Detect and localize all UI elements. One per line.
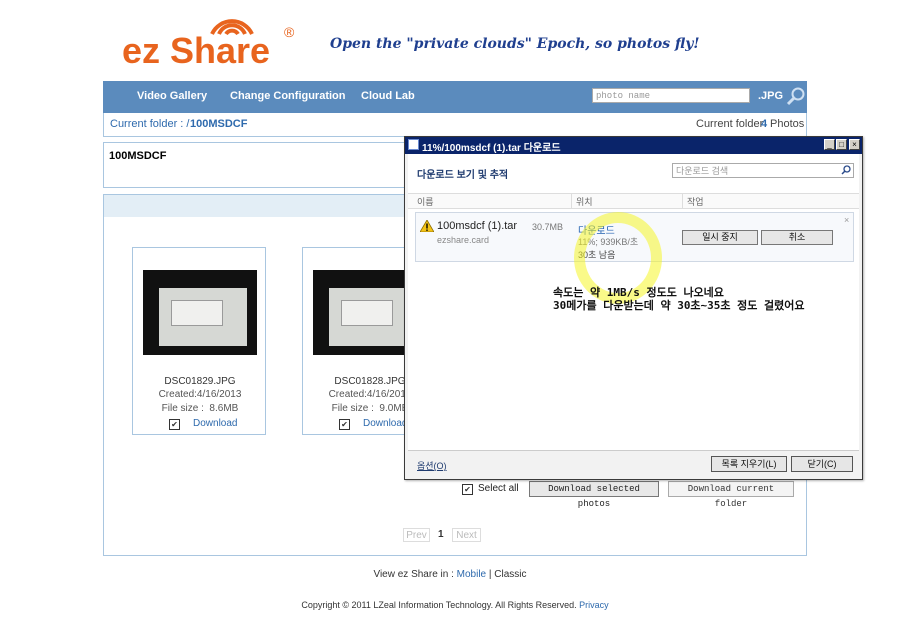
classic-label[interactable]: Classic (494, 569, 526, 580)
pause-button[interactable]: 일시 중지 (682, 230, 758, 245)
slogan: Open the "private clouds" Epoch, so phot… (330, 36, 700, 52)
breadcrumb-prefix: Current folder : / (110, 118, 190, 130)
pager-current-page[interactable]: 1 (438, 529, 444, 540)
column-location[interactable]: 위치 (576, 195, 593, 208)
registered-mark: ® (284, 24, 295, 40)
photo-size: File size : 8.6MB (161, 403, 239, 414)
pager-next-button[interactable]: Next (452, 528, 481, 542)
download-window-footer: 옵션(O) 목록 지우기(L) 닫기(C) (408, 450, 859, 478)
photo-created: Created:4/16/2013 (158, 389, 242, 400)
folder-count-prefix: Current folder (696, 118, 764, 130)
folder-count: 4 (761, 118, 768, 130)
window-title: 11%/100msdcf (1).tar 다운로드 (422, 143, 561, 154)
breadcrumb-folder[interactable]: 100MSDCF (190, 118, 247, 130)
view-sep: | (488, 569, 492, 580)
copyright: Copyright © 2011 LZeal Information Techn… (0, 600, 900, 610)
mobile-link[interactable]: Mobile (457, 569, 486, 580)
cancel-button[interactable]: 취소 (761, 230, 833, 245)
maximize-icon[interactable]: □ (836, 139, 847, 150)
select-all-checkbox[interactable]: ✔ (462, 484, 473, 495)
nav-cloud-lab[interactable]: Cloud Lab (361, 90, 415, 102)
folder-count-suffix: Photos (770, 118, 805, 130)
photo-checkbox[interactable]: ✔ (339, 419, 350, 430)
nav-change-configuration[interactable]: Change Configuration (230, 90, 346, 102)
close-icon[interactable]: × (849, 139, 860, 150)
minimize-icon[interactable]: _ (824, 139, 835, 150)
select-all-label: Select all (478, 483, 519, 494)
download-file-size: 30.7MB (532, 222, 564, 232)
search-icon[interactable] (841, 165, 851, 175)
download-current-folder-button[interactable]: Download current folder (668, 481, 794, 509)
download-selected-button[interactable]: Download selected photos (529, 481, 659, 509)
warning-icon (420, 220, 434, 232)
photo-card: DSC01829.JPG Created:4/16/2013 File size… (132, 247, 266, 435)
window-app-icon (408, 139, 419, 150)
column-name[interactable]: 이름 (417, 195, 434, 208)
photo-name: DSC01829.JPG (164, 376, 236, 387)
photo-search-input[interactable]: photo name (592, 88, 750, 103)
photo-download-link[interactable]: Download (193, 418, 237, 429)
search-icon[interactable] (786, 86, 806, 106)
view-mode-switcher: View ez Share in : Mobile | Classic (0, 569, 900, 580)
photo-checkbox[interactable]: ✔ (169, 419, 180, 430)
photo-download-link[interactable]: Download (363, 418, 407, 429)
column-action[interactable]: 작업 (687, 195, 704, 208)
view-in-label: View ez Share in : (373, 569, 454, 580)
download-manager-window: 11%/100msdcf (1).tar 다운로드 _ □ × 다운로드 보기 … (404, 136, 863, 480)
close-window-button[interactable]: 닫기(C) (791, 456, 853, 472)
download-source: ezshare.card (437, 235, 490, 245)
download-search-input[interactable]: 다운로드 검색 (672, 163, 854, 178)
window-title-bar[interactable]: 11%/100msdcf (1).tar 다운로드 _ □ × (405, 137, 862, 154)
logo-text: ez Share (122, 30, 271, 71)
nav-video-gallery[interactable]: Video Gallery (137, 90, 207, 102)
options-link[interactable]: 옵션(O) (417, 459, 447, 472)
search-ext-label: .JPG (758, 90, 784, 102)
download-list-pane: 다운로드 보기 및 추적 다운로드 검색 이름 위치 작업 100msdcf (… (408, 154, 859, 450)
pager-prev-button[interactable]: Prev (403, 528, 430, 542)
privacy-link[interactable]: Privacy (579, 600, 609, 610)
remove-item-icon[interactable]: × (844, 215, 849, 225)
annotation-line-2: 30메가를 다운받는데 약 30초~35초 정도 걸렸어요 (553, 299, 805, 312)
column-header-row: 이름 위치 작업 (408, 193, 859, 209)
main-nav: Video Gallery Change Configuration Cloud… (103, 81, 807, 113)
breadcrumb: Current folder : / 100MSDCF Current fold… (103, 113, 807, 137)
copyright-text: Copyright © 2011 LZeal Information Techn… (301, 600, 577, 610)
ez-share-logo: ez Share ® (122, 14, 302, 74)
photo-thumbnail[interactable] (143, 270, 257, 355)
folder-title: 100MSDCF (109, 150, 167, 162)
download-heading: 다운로드 보기 및 추적 (417, 170, 509, 181)
download-file-name: 100msdcf (1).tar (437, 220, 518, 232)
clear-list-button[interactable]: 목록 지우기(L) (711, 456, 787, 472)
